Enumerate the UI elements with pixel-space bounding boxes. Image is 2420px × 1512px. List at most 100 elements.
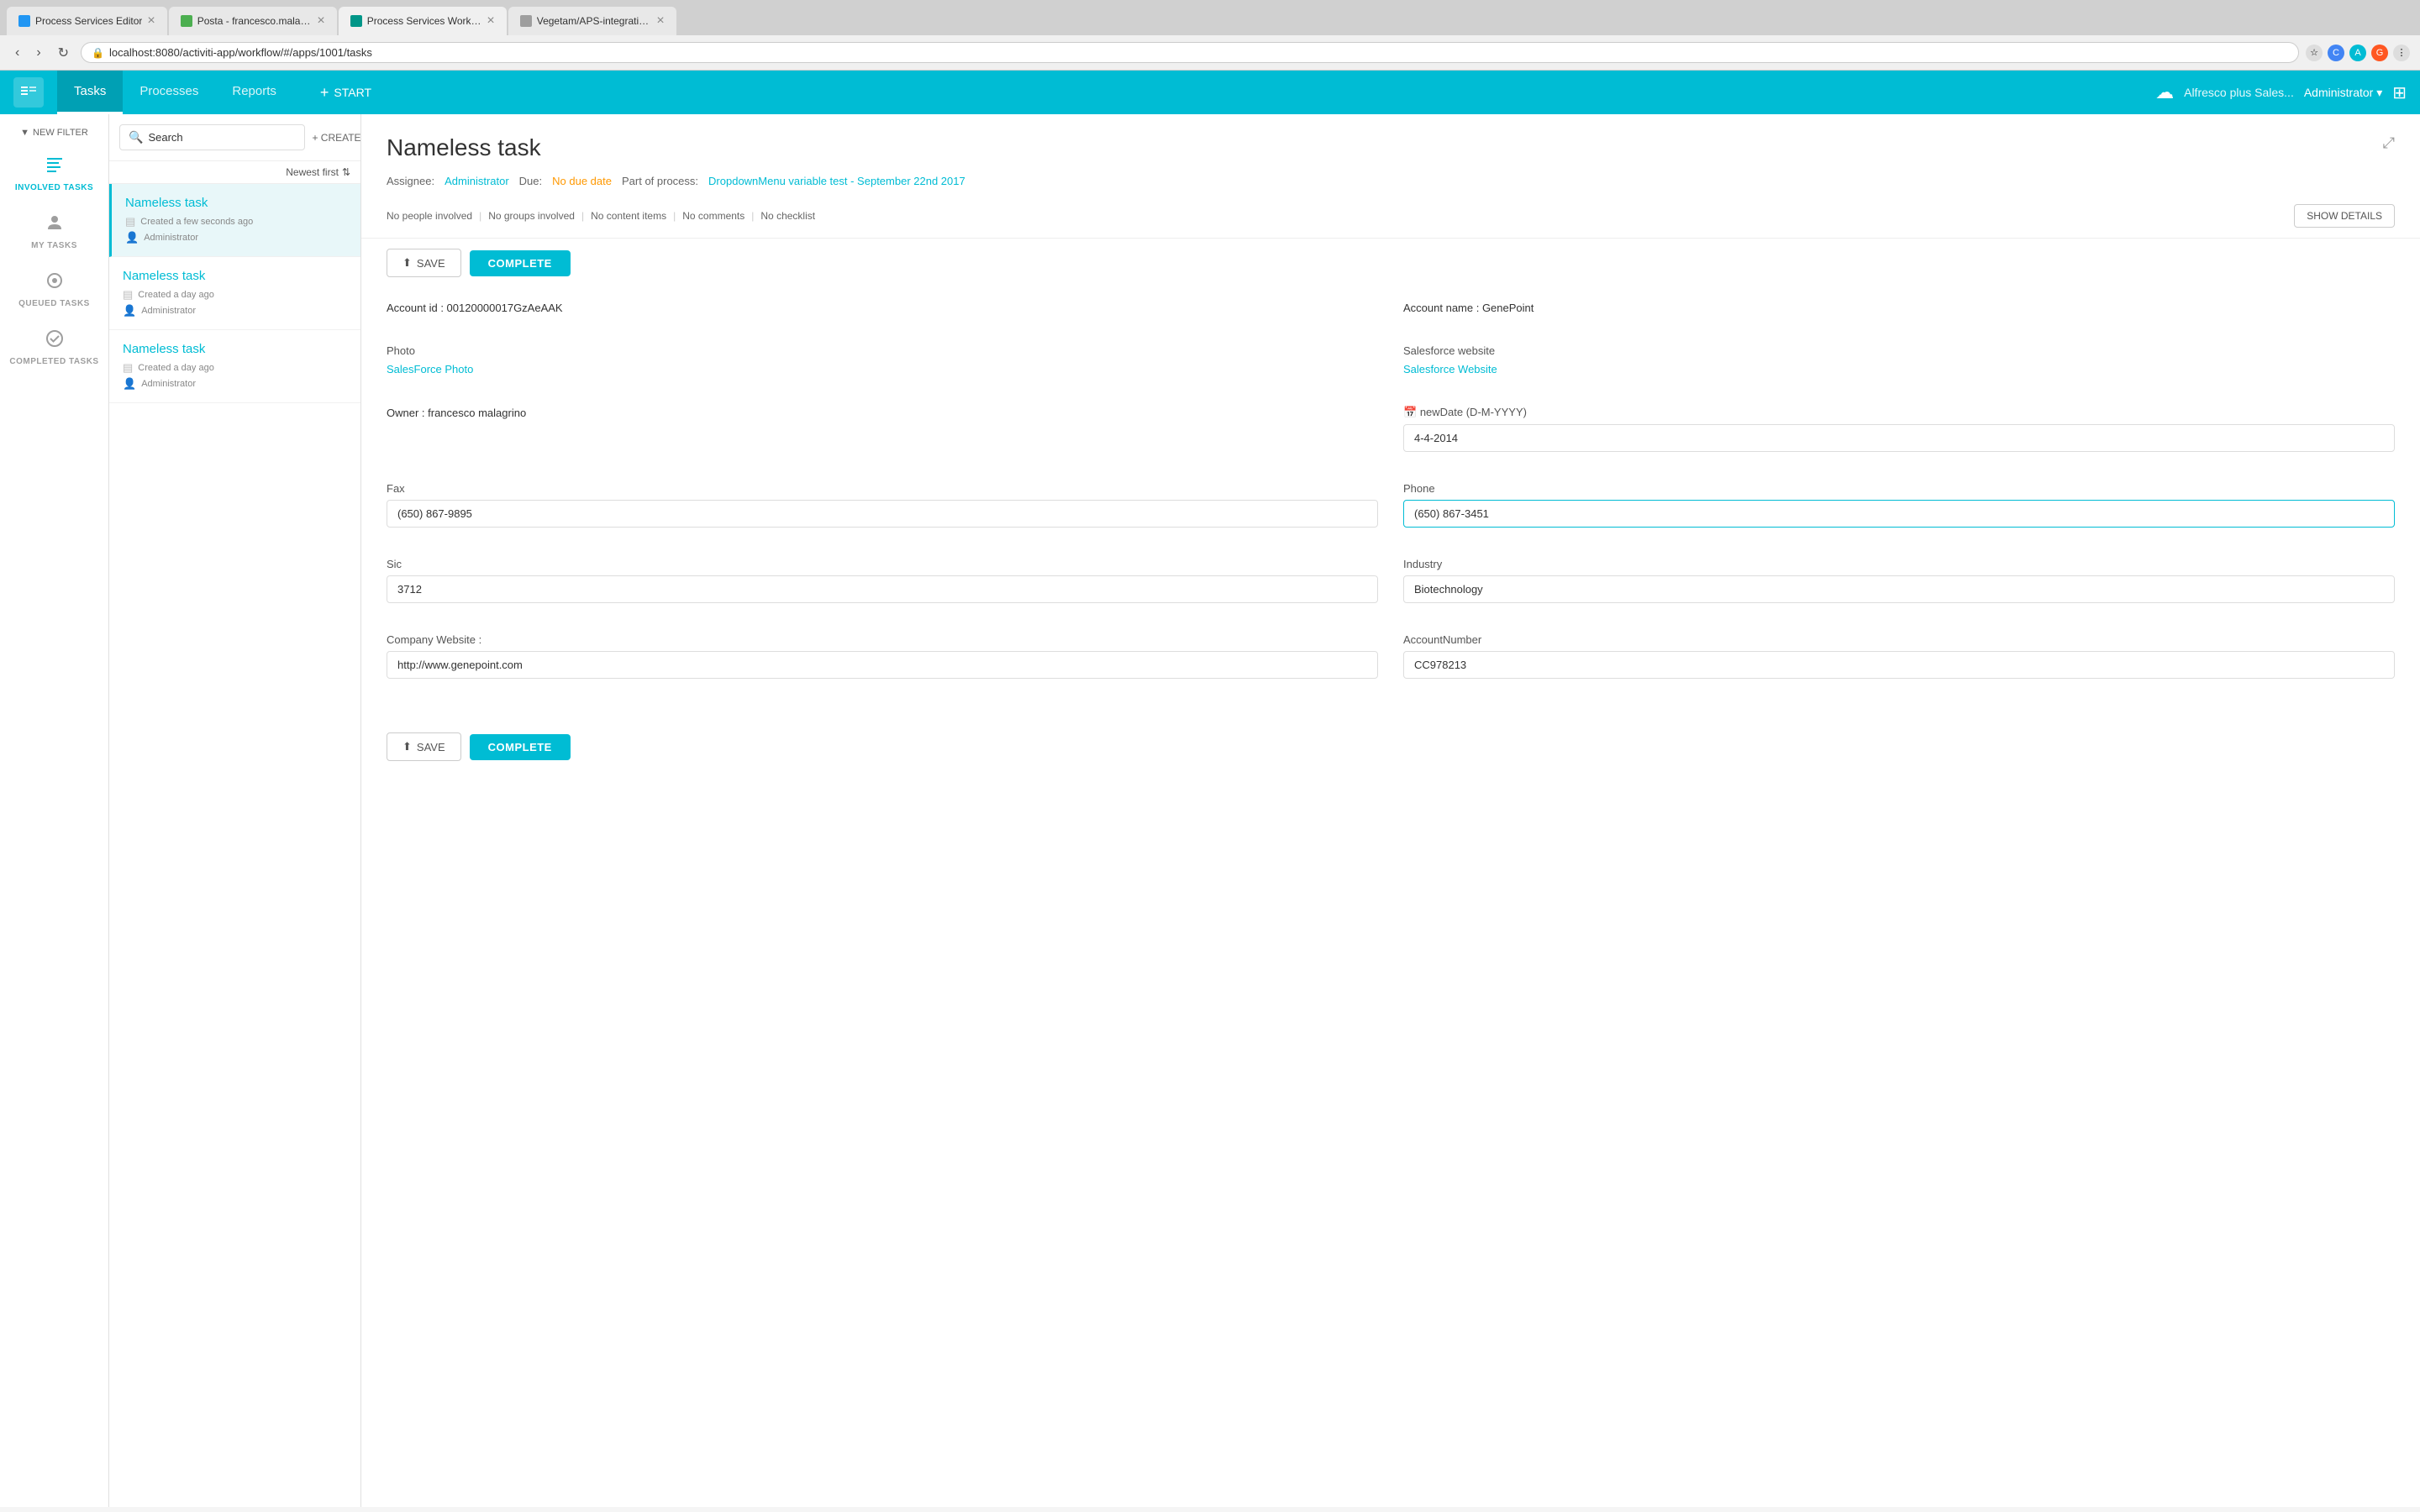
tab-close-2[interactable]: × — [317, 13, 324, 29]
form-col-new-date: 📅 newDate (D-M-YYYY) — [1403, 406, 2395, 465]
complete-button-bottom[interactable]: COMPLETE — [470, 734, 571, 760]
photo-link[interactable]: SalesForce Photo — [387, 363, 473, 375]
filter-icon: ▼ — [20, 128, 29, 138]
plus-icon: + — [320, 84, 329, 102]
tab-title-3: Process Services Workflow — [367, 15, 482, 27]
list-icon: ▤ — [123, 361, 133, 375]
app: Tasks Processes Reports + START ☁ Alfres… — [0, 71, 2420, 1507]
sidebar-item-label-completed: COMPLETED TASKS — [9, 357, 98, 366]
list-icon: ▤ — [123, 288, 133, 302]
assignee-label: Assignee: — [387, 175, 434, 187]
toolbar-icons: ☆ C A G ⋮ — [2306, 45, 2410, 61]
ext-icon-1[interactable]: A — [2349, 45, 2366, 61]
tab-title-1: Process Services Editor — [35, 15, 142, 27]
list-icon: ▤ — [125, 215, 135, 228]
browser-tab-4[interactable]: Vegetam/APS-integration-with... × — [508, 7, 676, 35]
browser-toolbar: ‹ › ↻ 🔒 localhost:8080/activiti-app/work… — [0, 35, 2420, 71]
industry-input[interactable] — [1403, 575, 2395, 603]
nav-tab-reports[interactable]: Reports — [215, 71, 293, 114]
tab-close-4[interactable]: × — [656, 13, 664, 29]
address-bar[interactable]: 🔒 localhost:8080/activiti-app/workflow/#… — [81, 42, 2299, 63]
task-item-username: Administrator — [141, 379, 196, 389]
reload-button[interactable]: ↻ — [53, 43, 74, 63]
search-box[interactable]: 🔍 — [119, 124, 305, 150]
task-item-user: 👤 Administrator — [123, 304, 349, 318]
nav-tab-tasks[interactable]: Tasks — [57, 71, 123, 114]
sort-bar: Newest first ⇅ — [109, 161, 360, 184]
form-col-photo: Photo SalesForce Photo — [387, 344, 1378, 389]
forward-button[interactable]: › — [31, 44, 45, 62]
save-button-bottom[interactable]: ⬆ SAVE — [387, 732, 461, 761]
main-content: Nameless task ⤢ Assignee: Administrator … — [361, 114, 2420, 1507]
sidebar-item-involved[interactable]: INVOLVED TASKS — [0, 144, 108, 202]
new-date-input[interactable] — [1403, 424, 2395, 452]
company-website-input[interactable] — [387, 651, 1378, 679]
sort-icon[interactable]: ⇅ — [342, 166, 350, 178]
sic-input[interactable] — [387, 575, 1378, 603]
left-sidebar: ▼ NEW FILTER INVOLVED TASKS — [0, 114, 109, 1507]
sic-label: Sic — [387, 558, 1378, 570]
browser-tab-3[interactable]: Process Services Workflow × — [339, 7, 507, 35]
nav-start-btn[interactable]: + START — [307, 77, 385, 108]
back-button[interactable]: ‹ — [10, 44, 24, 62]
save-button-top[interactable]: ⬆ SAVE — [387, 249, 461, 277]
show-details-button[interactable]: SHOW DETAILS — [2294, 204, 2395, 228]
process-value: DropdownMenu variable test - September 2… — [708, 175, 965, 187]
cloud-icon: ☁ — [2155, 81, 2174, 103]
form-row-3: Owner : francesco malagrino 📅 newDate (D… — [387, 406, 2395, 465]
field-account-name: Account name : GenePoint — [1403, 301, 2395, 314]
involved-icon — [45, 155, 65, 180]
star-icon[interactable]: ☆ — [2306, 45, 2323, 61]
browser-tab-2[interactable]: Posta - francesco.malagrino@... × — [169, 7, 337, 35]
nav-logo[interactable] — [13, 77, 44, 108]
browser-tab-1[interactable]: Process Services Editor × — [7, 7, 167, 35]
task-item-user: 👤 Administrator — [123, 377, 349, 391]
chrome-icon[interactable]: C — [2328, 45, 2344, 61]
task-item-name: Nameless task — [125, 196, 349, 210]
new-filter-button[interactable]: ▼ NEW FILTER — [12, 121, 97, 144]
nav-tab-processes[interactable]: Processes — [123, 71, 215, 114]
task-item-username: Administrator — [144, 233, 198, 243]
sidebar-item-my[interactable]: MY TASKS — [0, 202, 108, 260]
address-text: localhost:8080/activiti-app/workflow/#/a… — [109, 46, 372, 59]
form-row-2: Photo SalesForce Photo Salesforce websit… — [387, 344, 2395, 389]
tab-favicon-3 — [350, 15, 362, 27]
menu-icon[interactable]: ⋮ — [2393, 45, 2410, 61]
phone-input[interactable] — [1403, 500, 2395, 528]
expand-icon[interactable]: ⤢ — [2383, 134, 2395, 152]
salesforce-website-link[interactable]: Salesforce Website — [1403, 363, 1497, 375]
complete-button-top[interactable]: COMPLETE — [470, 250, 571, 276]
task-item[interactable]: Nameless task ▤ Created a day ago 👤 Admi… — [109, 257, 360, 330]
sidebar-item-label-my: MY TASKS — [31, 241, 77, 250]
sidebar-item-completed[interactable]: COMPLETED TASKS — [0, 318, 108, 376]
task-item-user: 👤 Administrator — [125, 231, 349, 244]
ext-icon-2[interactable]: G — [2371, 45, 2388, 61]
queued-icon — [45, 270, 65, 296]
new-date-label-text: newDate (D-M-YYYY) — [1420, 406, 1527, 418]
fax-input[interactable] — [387, 500, 1378, 528]
completed-icon — [45, 328, 65, 354]
search-input[interactable] — [148, 131, 296, 144]
tab-close-3[interactable]: × — [487, 13, 494, 29]
task-item[interactable]: Nameless task ▤ Created a day ago 👤 Admi… — [109, 330, 360, 403]
search-icon: 🔍 — [129, 130, 143, 144]
task-item-meta: ▤ Created a few seconds ago — [125, 215, 349, 228]
task-item[interactable]: Nameless task ▤ Created a few seconds ag… — [109, 184, 360, 257]
tab-close-1[interactable]: × — [147, 13, 155, 29]
save-label-bottom: SAVE — [417, 741, 445, 753]
badge-checklist: No checklist — [760, 210, 815, 222]
grid-icon[interactable]: ⊞ — [2392, 82, 2407, 103]
account-number-input[interactable] — [1403, 651, 2395, 679]
form-row-6: Company Website : AccountNumber — [387, 633, 2395, 692]
sidebar-item-queued[interactable]: QUEUED TASKS — [0, 260, 108, 318]
start-label: START — [334, 86, 371, 99]
logo-icon — [19, 83, 38, 102]
form-area: Account id : 00120000017GzAeAAK Account … — [361, 287, 2420, 722]
filter-label: NEW FILTER — [33, 128, 88, 138]
calendar-icon: 📅 — [1403, 406, 1417, 418]
field-new-date: 📅 newDate (D-M-YYYY) — [1403, 406, 2395, 452]
company-website-label: Company Website : — [387, 633, 1378, 646]
save-icon-bottom: ⬆ — [402, 740, 412, 753]
task-item-meta: ▤ Created a day ago — [123, 288, 349, 302]
task-meta-bar: Assignee: Administrator Due: No due date… — [361, 175, 2420, 197]
